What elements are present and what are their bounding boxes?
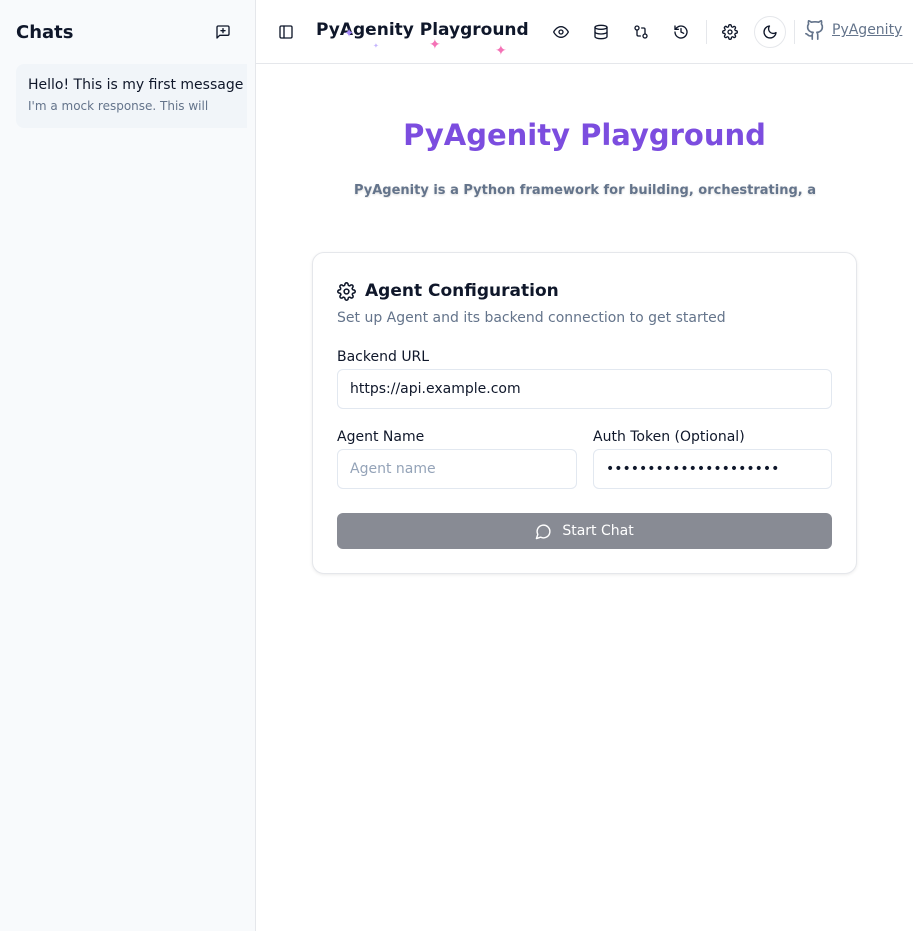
settings-button[interactable] (714, 16, 746, 48)
moon-icon (763, 25, 777, 39)
settings-icon (337, 281, 356, 301)
git-compare-icon (634, 25, 648, 39)
graph-button[interactable] (625, 16, 657, 48)
chat-item-preview: I'm a mock response. This will (28, 99, 209, 113)
start-chat-label: Start Chat (562, 523, 634, 539)
sparkle-decoration: ✦ (373, 42, 379, 50)
toggle-sidebar-button[interactable] (270, 16, 302, 48)
toolbar-divider (794, 20, 795, 44)
card-title: Agent Configuration (365, 281, 559, 301)
sparkle-decoration: ✦ (429, 37, 441, 53)
database-icon (594, 24, 608, 40)
sidebar-header: Chats (0, 0, 255, 64)
history-icon (674, 25, 688, 39)
sidebar-title: Chats (16, 21, 74, 43)
topbar: PyAgenity Playground ✦ ✦ ✦ ✦ PyAgenity (256, 0, 913, 64)
chat-item-title: Hello! This is my first message in (28, 77, 247, 93)
theme-toggle-button[interactable] (754, 16, 786, 48)
card-description: Set up Agent and its backend connection … (337, 310, 726, 326)
backend-url-label: Backend URL (337, 349, 430, 365)
message-circle-icon (536, 523, 551, 539)
sidebar: Chats Hello! This is my first message in… (0, 0, 256, 931)
backend-url-input[interactable] (337, 369, 832, 409)
hero-title: PyAgenity Playground (403, 118, 766, 152)
new-chat-button[interactable] (207, 16, 239, 48)
chat-list-item[interactable]: Hello! This is my first message in I'm a… (16, 64, 247, 128)
agent-config-card: Agent Configuration Set up Agent and its… (312, 252, 857, 574)
github-link[interactable]: PyAgenity (804, 19, 902, 41)
settings-icon (722, 24, 738, 40)
toolbar-divider (706, 20, 707, 44)
github-link-label: PyAgenity (832, 22, 903, 38)
panel-left-icon (279, 25, 293, 39)
card-header: Agent Configuration (337, 281, 559, 301)
eye-icon (553, 26, 569, 38)
github-icon (805, 20, 824, 40)
auth-token-label: Auth Token (Optional) (593, 429, 745, 445)
agent-name-input[interactable] (337, 449, 577, 489)
message-square-plus-icon (216, 25, 230, 39)
sparkle-decoration: ✦ (344, 26, 355, 40)
agent-name-label: Agent Name (337, 429, 425, 445)
view-button[interactable] (545, 16, 577, 48)
sparkle-decoration: ✦ (495, 43, 507, 59)
database-button[interactable] (585, 16, 617, 48)
history-button[interactable] (665, 16, 697, 48)
auth-token-input[interactable] (593, 449, 832, 489)
hero-description: PyAgenity is a Python framework for buil… (354, 183, 816, 198)
start-chat-button[interactable]: Start Chat (337, 513, 832, 549)
